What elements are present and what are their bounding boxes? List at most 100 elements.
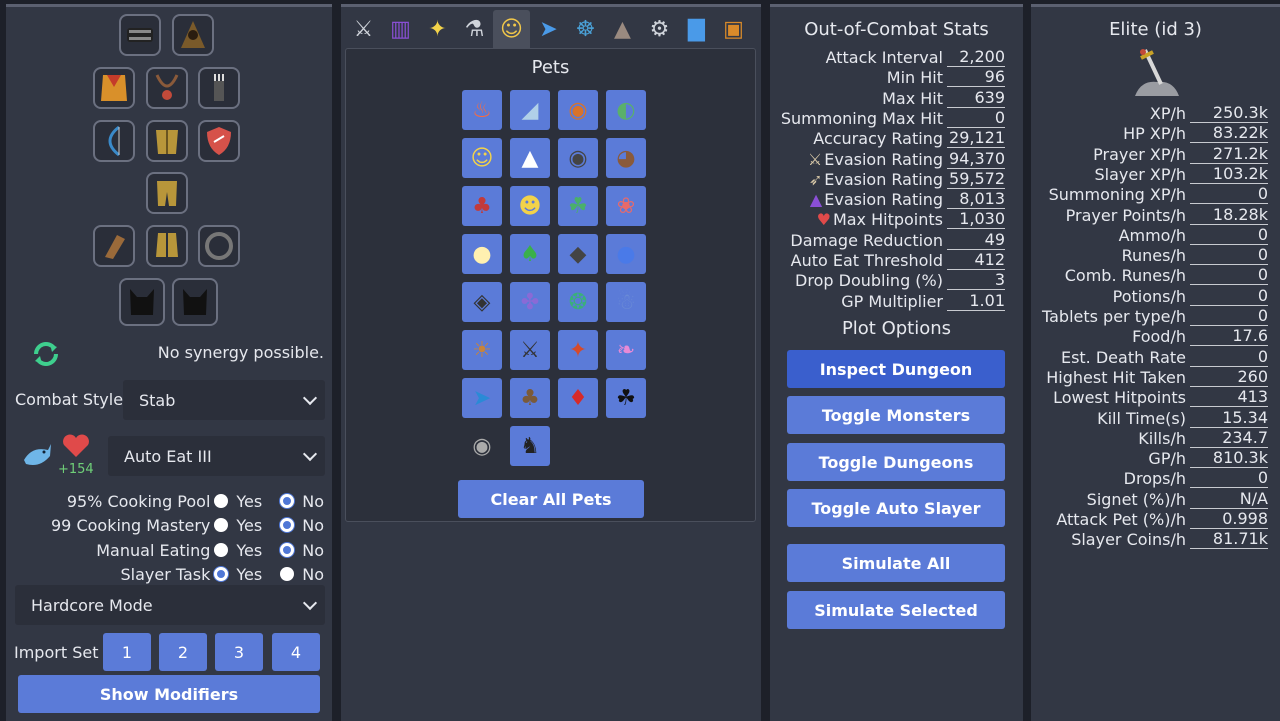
cape-back-slot[interactable] (93, 67, 135, 109)
pet-eagle[interactable]: ▲ (510, 138, 550, 178)
legs-slot[interactable] (146, 172, 188, 214)
clear-all-pets-button[interactable]: Clear All Pets (458, 480, 644, 518)
no-radio[interactable] (280, 494, 295, 508)
tab-spellbook[interactable]: ▥ (382, 10, 419, 48)
pet-squid[interactable]: ❂ (558, 282, 598, 322)
toggle-dungeons-button[interactable]: Toggle Dungeons (787, 443, 1005, 481)
stat-row: GP Multiplier 1.01 (841, 291, 1005, 311)
quiver-slot[interactable] (198, 67, 240, 109)
option-row: Slayer Task Yes No (120, 563, 324, 585)
game-mode-select[interactable]: Hardcore Mode (15, 585, 325, 625)
tab-swords[interactable]: ⚔ (345, 10, 382, 48)
tab-runner[interactable]: ➤ (530, 10, 567, 48)
stat-value: 59,572 (947, 169, 1005, 189)
pet-golem[interactable]: ☻ (510, 186, 550, 226)
pet-lion[interactable]: ☀ (462, 330, 502, 370)
pet-beetle[interactable]: ◈ (462, 282, 502, 322)
inspect-dungeon-button[interactable]: Inspect Dungeon (787, 350, 1005, 388)
weapon-slot[interactable] (93, 120, 135, 162)
helmet-slot[interactable] (119, 14, 161, 56)
yes-radio[interactable] (214, 567, 229, 581)
import-set-3-button[interactable]: 3 (215, 633, 263, 671)
no-radio[interactable] (280, 543, 295, 557)
pet-monkey[interactable]: ◕ (606, 138, 646, 178)
pet-dragon[interactable]: ✦ (558, 330, 598, 370)
toggle-monsters-button[interactable]: Toggle Monsters (787, 396, 1005, 434)
pet-goblin[interactable]: ♠ (510, 234, 550, 274)
pet-jellyfish[interactable]: ✤ (510, 282, 550, 322)
yes-radio[interactable] (214, 518, 229, 532)
body-slot[interactable] (146, 120, 188, 162)
bear-icon: ◉ (568, 97, 588, 123)
tab-gear[interactable]: ⚙ (641, 10, 678, 48)
pet-shark[interactable]: ◢ (510, 90, 550, 130)
combat-style-select[interactable]: Stab (123, 380, 325, 420)
pet-fish[interactable]: ➤ (462, 378, 502, 418)
pet-yeti[interactable]: ☃ (606, 282, 646, 322)
stat-value: 412 (947, 251, 1005, 270)
amulet-slot[interactable] (146, 67, 188, 109)
shield-slot[interactable] (198, 120, 240, 162)
pet-axolotl[interactable]: ❧ (606, 330, 646, 370)
import-set-2-button[interactable]: 2 (159, 633, 207, 671)
stat-label: HP XP/h (1123, 124, 1186, 144)
pet-imp[interactable]: ♦ (558, 378, 598, 418)
pet-demon[interactable]: ♣ (462, 186, 502, 226)
stat-value: 413 (1190, 388, 1268, 408)
pet-rat[interactable]: ◉ (462, 426, 502, 466)
chevron-down-icon (302, 390, 318, 406)
stat-row: Min Hit 96 (887, 67, 1005, 88)
pet-turtle[interactable]: ◐ (606, 90, 646, 130)
pet-cat[interactable]: ☺ (462, 138, 502, 178)
tab-chart[interactable]: ▇ (678, 10, 715, 48)
pet-goat[interactable]: ◆ (558, 234, 598, 274)
swords-icon: ⚔ (353, 16, 374, 42)
cape-icon (101, 75, 127, 101)
no-label: No (302, 515, 324, 535)
pet-panther[interactable]: ☘ (606, 378, 646, 418)
stat-label: GP/h (1148, 449, 1186, 469)
pet-horse[interactable]: ♞ (510, 426, 550, 466)
refresh-icon[interactable] (30, 338, 62, 370)
pet-bear[interactable]: ◉ (558, 90, 598, 130)
pet-dino[interactable]: ☘ (558, 186, 598, 226)
yes-radio[interactable] (214, 543, 229, 557)
import-set-1-button[interactable]: 1 (103, 633, 151, 671)
rat-icon: ◉ (472, 433, 492, 459)
tab-wheel[interactable]: ☸ (567, 10, 604, 48)
show-modifiers-button[interactable]: Show Modifiers (18, 675, 320, 713)
pet-owl[interactable]: ◉ (558, 138, 598, 178)
auto-eat-select[interactable]: Auto Eat III (108, 436, 325, 476)
tab-cat[interactable]: ☺ (493, 10, 530, 48)
stat-label: Runes/h (1121, 246, 1186, 266)
simulate-selected-button[interactable]: Simulate Selected (787, 591, 1005, 629)
no-radio[interactable] (280, 518, 295, 532)
gloves-slot[interactable] (93, 225, 135, 267)
simulate-all-button[interactable]: Simulate All (787, 544, 1005, 582)
summon-slot-2[interactable] (172, 278, 218, 326)
tab-hat[interactable]: ▲ (604, 10, 641, 48)
pet-tree[interactable]: ♣ (510, 378, 550, 418)
yes-radio[interactable] (214, 494, 229, 508)
pet-slime[interactable]: ● (606, 234, 646, 274)
plot-options-title: Plot Options (841, 318, 952, 339)
summon-slot-1[interactable] (119, 278, 165, 326)
pet-fire-spirit[interactable]: ♨ (462, 90, 502, 130)
pet-knight[interactable]: ⚔ (510, 330, 550, 370)
stat-value: 0 (1190, 185, 1268, 205)
no-radio[interactable] (280, 567, 295, 581)
tab-chest[interactable]: ▣ (715, 10, 752, 48)
boots-slot[interactable] (146, 225, 188, 267)
cape-slot[interactable] (172, 14, 214, 56)
pet-octopus[interactable]: ❀ (606, 186, 646, 226)
option-label: Manual Eating (96, 540, 211, 560)
toggle-auto-slayer-button[interactable]: Toggle Auto Slayer (787, 489, 1005, 527)
food-icon[interactable] (20, 438, 54, 472)
import-set-4-button[interactable]: 4 (272, 633, 320, 671)
stat-row: Tablets per type/h 0 (1042, 306, 1268, 326)
tab-potion[interactable]: ⚗ (456, 10, 493, 48)
tab-sparkle[interactable]: ✦ (419, 10, 456, 48)
ring-slot[interactable] (198, 225, 240, 267)
stat-value: 17.6 (1190, 327, 1268, 347)
pet-chick[interactable]: ● (462, 234, 502, 274)
